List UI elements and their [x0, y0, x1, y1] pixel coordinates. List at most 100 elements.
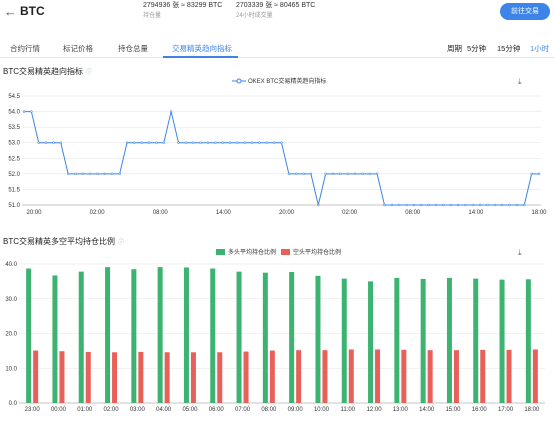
- data-point: [324, 172, 327, 176]
- legend-line-swatch: [232, 78, 246, 84]
- long-bar: [525, 279, 531, 403]
- long-bar: [446, 277, 452, 403]
- short-bar: [138, 351, 144, 403]
- data-point: [427, 203, 430, 207]
- y-tick-label: 0.0: [9, 401, 18, 407]
- long-bar: [473, 278, 479, 403]
- x-tick-label: 14:00: [468, 210, 484, 216]
- data-point: [111, 172, 114, 176]
- x-tick-label: 05:00: [182, 407, 198, 413]
- data-point: [44, 141, 48, 144]
- tab-elite-trend[interactable]: 交易精英趋向指标: [172, 43, 232, 54]
- short-bar: [427, 350, 433, 403]
- data-point: [243, 141, 246, 144]
- x-tick-label: 12:00: [367, 407, 383, 413]
- data-point: [302, 172, 305, 176]
- data-point: [258, 141, 261, 144]
- short-bar: [401, 349, 407, 403]
- data-point: [59, 141, 62, 144]
- info-icon[interactable]: ⓘ: [118, 240, 124, 246]
- tab-mark-price[interactable]: 标记价格: [63, 43, 93, 54]
- data-point: [228, 141, 232, 144]
- data-point: [295, 172, 298, 176]
- data-point: [236, 141, 239, 144]
- data-point: [420, 203, 423, 207]
- y-tick-label: 51.0: [8, 203, 20, 209]
- data-point: [530, 172, 533, 176]
- long-bar: [105, 267, 111, 403]
- chart2-legend-long[interactable]: 多头平均持仓比例: [216, 247, 276, 256]
- short-bar: [453, 350, 459, 403]
- x-tick-label: 04:00: [156, 407, 172, 413]
- volume-label: 24小时成交量: [236, 13, 273, 19]
- data-point: [250, 141, 254, 144]
- x-tick-label: 14:00: [216, 210, 232, 216]
- x-tick-label: 07:00: [235, 407, 251, 413]
- x-tick-label: 00:00: [51, 407, 67, 413]
- download-icon[interactable]: ⤓: [518, 77, 522, 87]
- data-point: [412, 203, 416, 207]
- data-point: [331, 172, 335, 176]
- ratio-bar-chart: 0.0 10.0 20.0 30.0 40.0 23:00 00:00 01:00 02:00 0…: [5, 262, 545, 413]
- short-bar: [348, 349, 354, 403]
- open-interest-label: 持仓量: [143, 13, 162, 19]
- data-point: [523, 203, 526, 207]
- data-point: [155, 141, 158, 144]
- period-15min[interactable]: 15分钟: [497, 43, 520, 54]
- data-point: [52, 141, 55, 144]
- x-tick-label: 02:00: [90, 210, 106, 216]
- data-point: [162, 141, 165, 144]
- x-tick-label: 06:00: [209, 407, 225, 413]
- long-bar: [289, 271, 295, 403]
- data-point: [192, 141, 195, 144]
- data-point: [177, 141, 180, 144]
- long-bar: [394, 277, 400, 403]
- long-swatch: [216, 249, 225, 255]
- x-tick-label: 08:00: [405, 210, 421, 216]
- data-point: [89, 172, 92, 176]
- short-bar: [112, 352, 118, 403]
- chart1-legend-label: OKEX BTC交易精英趋向指标: [248, 79, 327, 85]
- x-tick-label: 18:00: [531, 210, 547, 216]
- top-bar: ← BTC 2794936 张 ≈ 83299 BTC 持仓量 2703339 …: [0, 0, 554, 28]
- tab-contract-market[interactable]: 合约行情: [10, 43, 40, 54]
- data-point: [493, 203, 497, 207]
- x-tick-label: 16:00: [472, 407, 488, 413]
- short-bar: [322, 350, 328, 403]
- arrow-left-icon[interactable]: ←: [4, 4, 17, 19]
- x-tick-label: 20:00: [26, 210, 42, 216]
- short-bar: [506, 349, 512, 403]
- trade-button[interactable]: 前往交易: [500, 3, 550, 20]
- data-point: [37, 141, 40, 144]
- period-5min[interactable]: 5分钟: [467, 43, 486, 54]
- data-point: [103, 172, 107, 176]
- data-point: [368, 172, 371, 176]
- data-point: [22, 110, 26, 113]
- short-bar: [59, 351, 65, 403]
- data-point: [66, 172, 70, 176]
- y-tick-label: 54.5: [8, 94, 20, 100]
- chart1-legend[interactable]: OKEX BTC交易精英趋向指标: [232, 76, 326, 85]
- data-point: [390, 203, 394, 207]
- x-tick-label: 11:00: [340, 407, 355, 413]
- data-point: [405, 203, 408, 207]
- long-bar: [183, 267, 189, 403]
- data-point: [147, 141, 151, 144]
- short-bar: [296, 350, 302, 403]
- period-1hour[interactable]: 1小时: [530, 43, 549, 54]
- y-tick-label: 53.0: [8, 141, 20, 147]
- data-point: [361, 172, 364, 176]
- chart2-legend-short[interactable]: 空头平均持仓比例: [281, 247, 341, 256]
- tab-open-interest[interactable]: 持仓总量: [118, 43, 148, 54]
- info-icon[interactable]: ⓘ: [86, 70, 92, 76]
- data-point: [309, 172, 313, 176]
- short-bar: [480, 349, 486, 403]
- data-point: [449, 203, 452, 207]
- data-point: [30, 110, 33, 113]
- y-tick-label: 40.0: [5, 262, 17, 268]
- volume-stat: 2703339 张 ≈ 80465 BTC 24小时成交量: [236, 1, 315, 21]
- x-tick-label: 02:00: [104, 407, 120, 413]
- data-point: [81, 172, 85, 176]
- short-bar: [33, 350, 39, 403]
- data-point: [272, 141, 276, 144]
